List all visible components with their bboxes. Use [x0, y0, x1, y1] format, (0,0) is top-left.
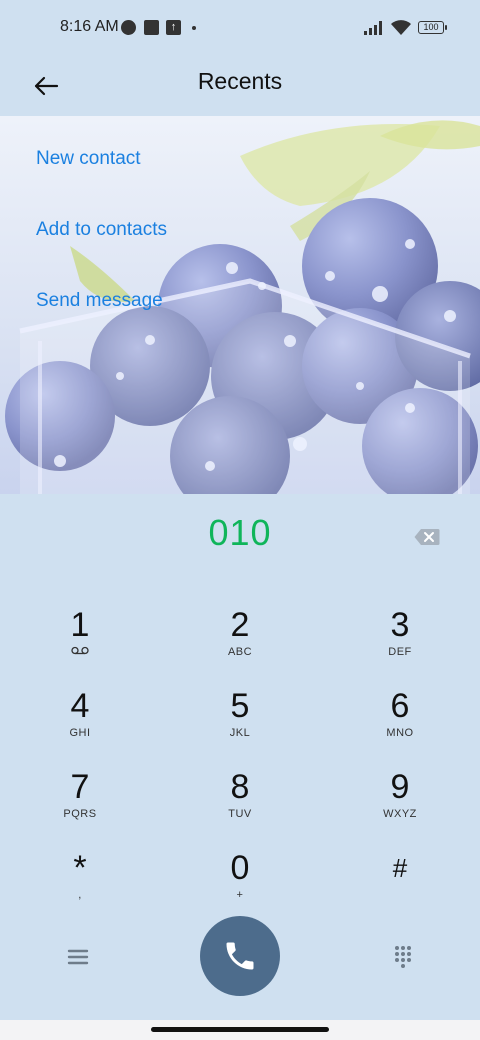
key-digit: 5 — [230, 687, 250, 725]
dot-icon — [192, 26, 196, 30]
status-time: 8:16 AM — [60, 18, 119, 35]
key-letters: PQRS — [63, 808, 97, 820]
home-indicator[interactable] — [151, 1027, 329, 1032]
menu-icon[interactable] — [62, 942, 94, 972]
key-8[interactable]: 8 TUV — [170, 768, 310, 842]
key-6[interactable]: 6 MNO — [330, 687, 470, 761]
phone-icon — [226, 942, 254, 970]
key-digit: 2 — [230, 606, 250, 644]
key-digit: # — [392, 853, 408, 883]
send-message-link[interactable]: Send message — [36, 290, 163, 312]
key-letters: GHI — [69, 727, 91, 739]
key-1[interactable]: 1 — [10, 606, 150, 680]
navigation-bar — [0, 1020, 480, 1040]
wifi-icon — [391, 20, 411, 35]
key-letters: ABC — [227, 646, 253, 658]
key-letters: MNO — [386, 727, 414, 739]
key-hash[interactable]: # — [330, 849, 470, 923]
key-3[interactable]: 3 DEF — [330, 606, 470, 680]
dialpad-icon[interactable] — [388, 942, 418, 972]
signal-icon — [364, 21, 382, 35]
key-7[interactable]: 7 PQRS — [10, 768, 150, 842]
key-letters: , — [78, 889, 82, 901]
key-digit: 0 — [230, 849, 250, 887]
add-to-contacts-link[interactable]: Add to contacts — [36, 219, 167, 241]
key-letters: TUV — [228, 808, 252, 820]
dial-panel: 010 1 2 ABC 3 DEF 4 GHI 5 JKL 6 MNO 7 PQ… — [0, 494, 480, 1020]
key-0[interactable]: 0 + — [170, 849, 310, 923]
key-digit: 9 — [390, 768, 410, 806]
key-5[interactable]: 5 JKL — [170, 687, 310, 761]
key-letters: + — [236, 889, 244, 901]
key-star[interactable]: * , — [10, 849, 150, 923]
square-notification-icon — [144, 20, 159, 35]
key-digit: 3 — [390, 606, 410, 644]
voicemail-icon — [10, 646, 150, 658]
upload-icon: ↑ — [166, 20, 181, 35]
key-9[interactable]: 9 WXYZ — [330, 768, 470, 842]
backspace-icon[interactable] — [414, 528, 440, 546]
key-digit: 6 — [390, 687, 410, 725]
key-letters: JKL — [229, 727, 251, 739]
call-button[interactable] — [200, 916, 280, 996]
key-letters: DEF — [388, 646, 412, 658]
key-letters: WXYZ — [383, 808, 417, 820]
header: Recents — [0, 56, 480, 116]
battery-icon: 100 — [418, 21, 447, 34]
key-digit: 7 — [70, 768, 90, 806]
app-notification-icon — [121, 20, 136, 35]
page-title: Recents — [197, 68, 283, 94]
key-digit: 8 — [230, 768, 250, 806]
dialed-number: 010 — [208, 512, 272, 553]
key-2[interactable]: 2 ABC — [170, 606, 310, 680]
key-digit: * — [73, 849, 87, 887]
key-digit: 1 — [70, 606, 90, 644]
new-contact-link[interactable]: New contact — [36, 148, 141, 170]
status-bar: 8:16 AM ↑ 100 — [0, 0, 480, 56]
key-digit: 4 — [70, 687, 90, 725]
key-4[interactable]: 4 GHI — [10, 687, 150, 761]
